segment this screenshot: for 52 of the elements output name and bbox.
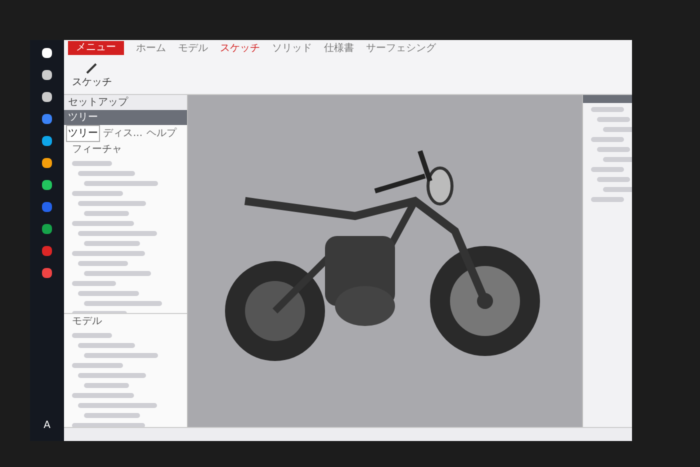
tree-row-placeholder — [84, 241, 140, 246]
tree-row-placeholder — [72, 191, 123, 196]
tree-row-placeholder — [84, 382, 129, 388]
app-icon[interactable] — [42, 158, 52, 168]
tree-section[interactable]: モデル — [64, 312, 187, 329]
panel-tab[interactable]: ヘルプ — [146, 125, 178, 142]
tree-row-placeholder — [78, 261, 128, 266]
tree-row-placeholder — [591, 107, 624, 112]
tree-row-placeholder — [591, 137, 624, 142]
tree-root[interactable]: フィーチャ — [64, 142, 187, 157]
panel-title: ツリー — [64, 110, 187, 125]
ribbon-tab[interactable]: 仕様書 — [324, 40, 354, 56]
tree-row-placeholder — [84, 211, 129, 216]
tree-row-placeholder — [597, 177, 630, 182]
language-indicator[interactable]: A — [44, 418, 50, 433]
tree-row-placeholder — [603, 127, 632, 132]
menu-button[interactable]: メニュー — [68, 41, 124, 55]
tree-row-placeholder — [72, 392, 134, 398]
ribbon-tab[interactable]: モデル — [178, 40, 208, 56]
pencil-icon — [85, 61, 99, 75]
tree-row-placeholder — [591, 167, 624, 172]
tree-row-placeholder — [72, 221, 134, 226]
ribbon-tab[interactable]: ホーム — [136, 40, 166, 56]
setup-bar: セットアップ — [64, 95, 187, 110]
tree-row-placeholder — [84, 412, 140, 418]
tree-row-placeholder — [72, 161, 112, 166]
tree-row-placeholder — [78, 342, 135, 348]
app-icon[interactable] — [42, 48, 52, 58]
tree-row-placeholder — [597, 147, 630, 152]
tree-row-placeholder — [72, 332, 112, 338]
panel-title-bar — [583, 95, 632, 103]
tree-row-placeholder — [591, 197, 624, 202]
tree-row-placeholder — [72, 281, 116, 286]
tree-row-placeholder — [78, 201, 146, 206]
tree-row-placeholder — [78, 171, 135, 176]
tree-row-placeholder — [72, 362, 123, 368]
ribbon-tab[interactable]: スケッチ — [220, 40, 260, 56]
ribbon-tab[interactable]: サーフェシング — [366, 40, 436, 56]
tree-row-placeholder — [603, 187, 632, 192]
tree-row-placeholder — [597, 117, 630, 122]
app-icon[interactable] — [42, 70, 52, 80]
sketch-tool-button[interactable]: スケッチ — [72, 61, 112, 90]
ribbon-tab[interactable]: ソリッド — [272, 40, 312, 56]
panel-tab[interactable]: ディス... — [102, 125, 144, 142]
app-icon[interactable] — [42, 92, 52, 102]
tree-row-placeholder — [78, 291, 139, 296]
tree-row-placeholder — [84, 271, 151, 276]
panel-tab[interactable]: ツリー — [66, 125, 100, 142]
app-icon[interactable] — [42, 180, 52, 190]
app-icon[interactable] — [42, 136, 52, 146]
tree-row-placeholder — [78, 372, 146, 378]
tree-row-placeholder — [603, 157, 632, 162]
